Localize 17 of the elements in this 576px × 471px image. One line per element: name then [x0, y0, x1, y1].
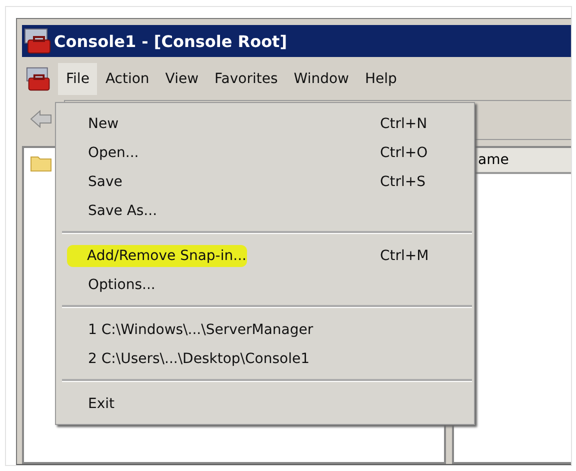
toolbox-icon	[24, 28, 52, 54]
window-title: Console1 - [Console Root]	[54, 32, 288, 50]
menu-bar-item[interactable]: Action	[97, 63, 158, 95]
menu-bar-item[interactable]: Help	[356, 63, 405, 95]
menu-bar-item[interactable]: Window	[286, 63, 357, 95]
menu-item[interactable]: Save As...	[56, 196, 474, 225]
menu-item[interactable]: 2 C:\Users\...\Desktop\Console1	[56, 344, 474, 373]
toolbox-icon[interactable]	[26, 66, 52, 92]
menu-item[interactable]: Exit	[56, 389, 474, 418]
menu-item[interactable]: New Ctrl+N	[56, 109, 474, 138]
menu-item[interactable]: Add/Remove Snap-in... Ctrl+M	[56, 241, 474, 270]
menu-bar-item[interactable]: Favorites	[206, 63, 286, 95]
menu-bar-item[interactable]: File	[58, 63, 98, 95]
menu-item[interactable]: Options...	[56, 270, 474, 299]
menu-bar-item[interactable]: View	[157, 63, 207, 95]
menu-item[interactable]: 1 C:\Windows\...\ServerManager	[56, 315, 474, 344]
folder-icon	[30, 154, 52, 172]
